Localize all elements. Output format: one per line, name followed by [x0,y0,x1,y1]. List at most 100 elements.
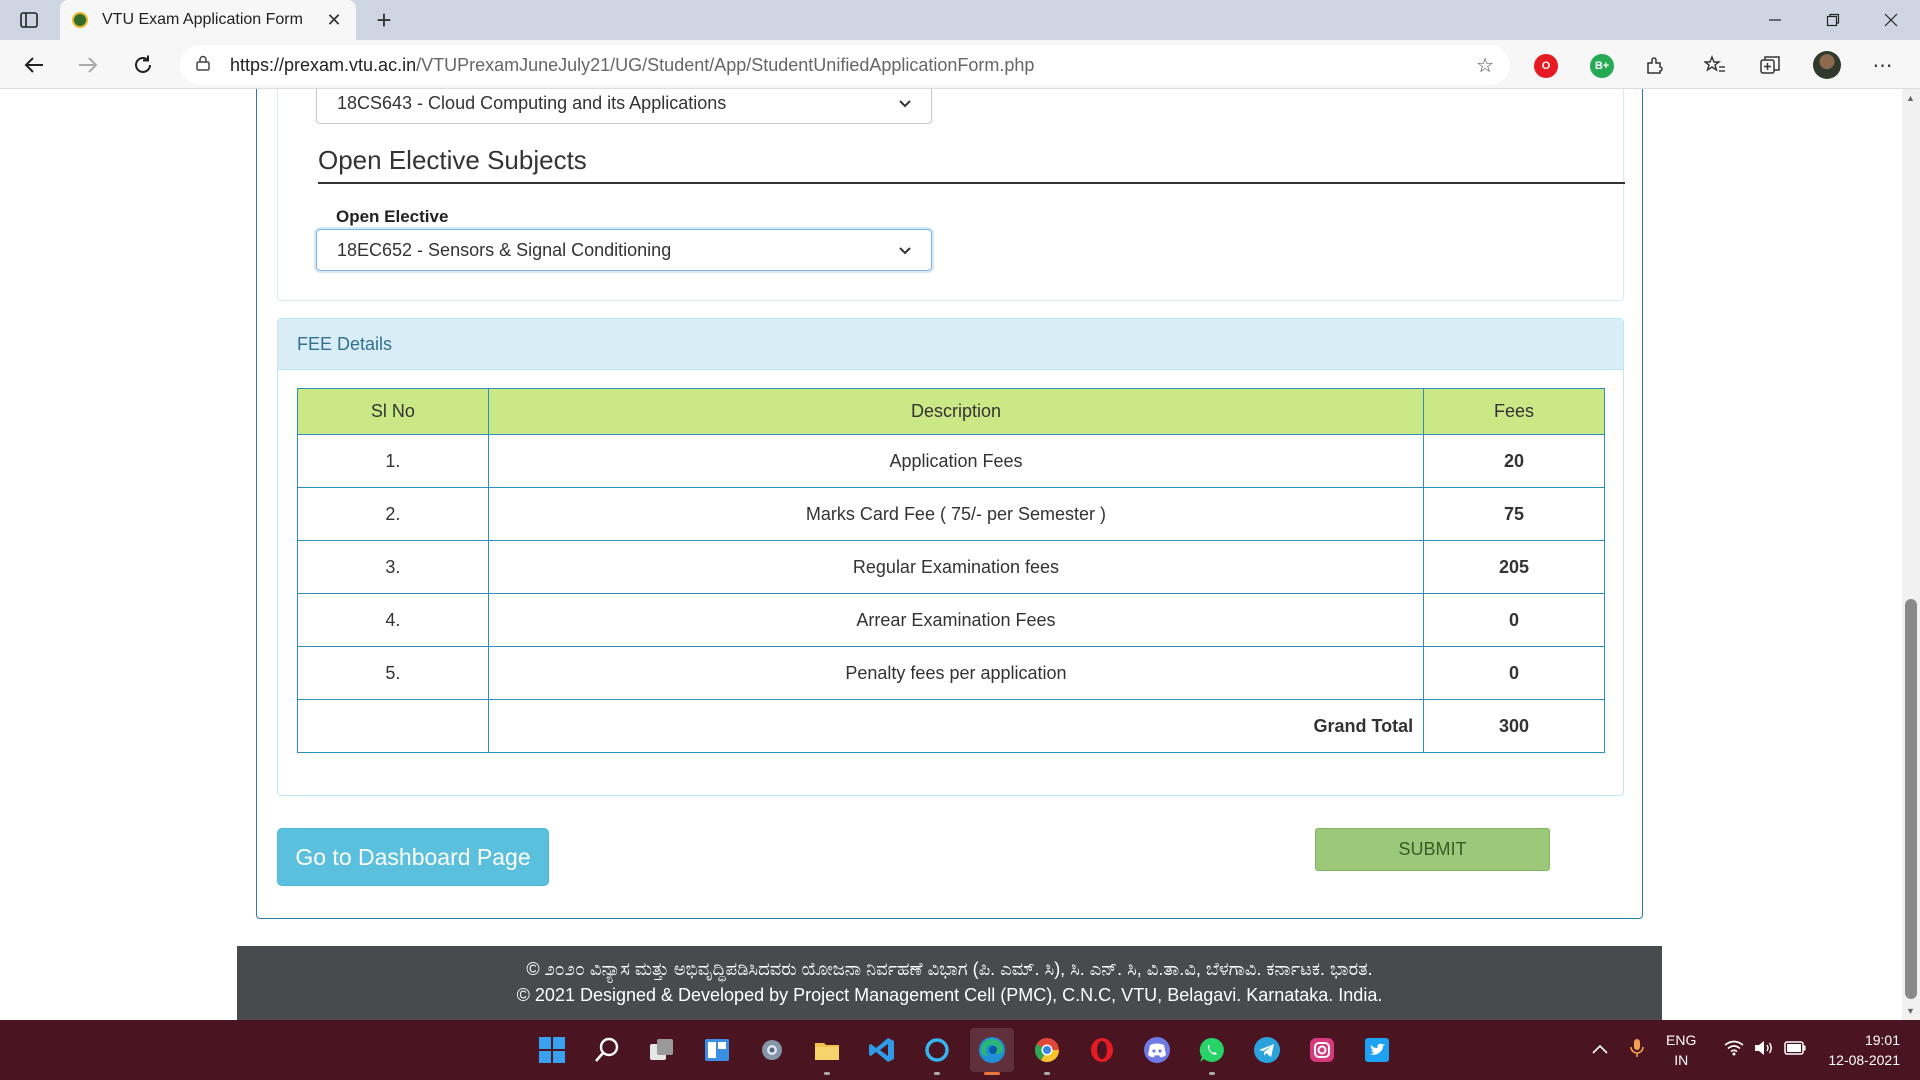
settings-button[interactable] [750,1028,794,1072]
table-row: 2. Marks Card Fee ( 75/- per Semester ) … [297,487,1605,541]
chrome-icon [1034,1038,1059,1063]
extensions-icon[interactable] [1636,46,1674,84]
add-favorite-icon[interactable]: ☆ [1476,53,1494,78]
opera-icon [1091,1038,1113,1062]
browser-titlebar: VTU Exam Application Form ✕ + [0,0,1920,40]
telegram-icon [1254,1037,1280,1063]
taskbar-clock[interactable]: 19:01 12-08-2021 [1828,1030,1900,1070]
submit-button[interactable]: SUBMIT [1315,828,1550,871]
scrollbar-thumb[interactable] [1905,599,1917,999]
row-description: Marks Card Fee ( 75/- per Semester ) [487,487,1425,541]
url-host: https://prexam.vtu.ac.in [230,54,417,75]
chevron-down-icon [899,242,911,258]
footer-kannada-line: © ೨೦೨೦ ವಿನ್ಯಾಸ ಮತ್ತು ಅಭಿವೃದ್ಧಿಪಡಿಸಿದವರು … [526,959,1373,979]
chevron-up-icon[interactable] [1592,1041,1608,1059]
instagram-icon [1310,1038,1334,1062]
taskbar: ENG IN 19:01 12-08-2021 [0,1020,1920,1080]
task-view-icon [650,1039,673,1060]
whatsapp-icon [1199,1037,1224,1062]
discord-icon [1144,1037,1170,1063]
restore-button[interactable] [1804,0,1862,40]
url-text[interactable]: https://prexam.vtu.ac.in/VTUPrexamJuneJu… [230,55,1476,76]
instagram-button[interactable] [1300,1028,1344,1072]
new-tab-button[interactable]: + [368,4,400,36]
opera-extension-icon[interactable]: O [1534,54,1558,78]
widgets-icon [705,1039,729,1061]
favorites-icon[interactable] [1696,46,1734,84]
discord-button[interactable] [1135,1028,1179,1072]
header-fees: Fees [1423,388,1605,435]
task-view-button[interactable] [640,1028,684,1072]
grand-total-label: Grand Total [487,699,1425,753]
grammarly-extension-icon[interactable]: B+ [1590,54,1614,78]
refresh-icon [135,55,151,73]
start-button[interactable] [530,1028,574,1072]
volume-icon[interactable] [1754,1040,1774,1061]
row-fee: 75 [1423,487,1605,541]
twitter-button[interactable] [1355,1028,1399,1072]
opera-button[interactable] [1080,1028,1124,1072]
clock-date: 12-08-2021 [1828,1052,1900,1068]
language-indicator[interactable]: ENG IN [1666,1030,1696,1070]
grand-total-value: 300 [1423,699,1605,753]
page-scrollbar[interactable]: ▲ ▼ [1902,89,1920,1020]
fee-table-header: Sl No Description Fees [297,388,1605,435]
microphone-icon[interactable] [1630,1038,1644,1063]
empty-cell [297,699,489,753]
back-button[interactable] [15,46,53,84]
page-footer: © ೨೦೨೦ ವಿನ್ಯಾಸ ಮತ್ತು ಅಭಿವೃದ್ಧಿಪಡಿಸಿದವರು … [237,946,1662,1020]
restore-icon [1826,13,1840,27]
window-controls [1746,0,1920,40]
dashboard-button[interactable]: Go to Dashboard Page [277,828,549,886]
forward-button[interactable] [69,46,107,84]
fee-details-panel: FEE Details Sl No Description Fees 1. Ap… [277,318,1624,796]
file-explorer-button[interactable] [805,1028,849,1075]
edge-button[interactable] [970,1028,1014,1075]
address-bar[interactable]: https://prexam.vtu.ac.in/VTUPrexamJuneJu… [180,45,1510,85]
close-icon [1884,13,1898,27]
scroll-down-icon[interactable]: ▼ [1906,1006,1915,1016]
browser-tab[interactable]: VTU Exam Application Form ✕ [60,0,356,40]
battery-icon[interactable] [1784,1040,1806,1060]
whatsapp-button[interactable] [1190,1028,1234,1075]
collections-icon[interactable] [1751,46,1789,84]
open-elective-select-value: 18EC652 - Sensors & Signal Conditioning [337,239,672,260]
close-window-button[interactable] [1862,0,1920,40]
lock-icon[interactable] [196,55,218,75]
fee-table: Sl No Description Fees 1. Application Fe… [297,388,1605,753]
tab-close-icon[interactable]: ✕ [324,10,344,31]
running-indicator [824,1072,830,1075]
row-description: Arrear Examination Fees [487,593,1425,647]
wifi-icon[interactable] [1724,1040,1744,1061]
twitter-icon [1365,1038,1389,1062]
elective-select-value: 18CS643 - Cloud Computing and its Applic… [337,92,727,113]
profile-avatar[interactable] [1808,46,1846,84]
open-elective-select[interactable]: 18EC652 - Sensors & Signal Conditioning [316,229,932,271]
minimize-button[interactable] [1746,0,1804,40]
chrome-button[interactable] [1025,1028,1069,1075]
table-row: 1. Application Fees 20 [297,434,1605,488]
cortana-button[interactable] [915,1028,959,1075]
search-button[interactable] [585,1028,629,1072]
vscode-button[interactable] [860,1028,904,1072]
file-explorer-icon [815,1043,839,1060]
cortana-icon [925,1038,949,1062]
row-sl: 1. [297,434,489,488]
elective-select[interactable]: 18CS643 - Cloud Computing and its Applic… [316,89,932,124]
row-fee: 0 [1423,593,1605,647]
open-elective-label: Open Elective [336,207,449,226]
taskbar-apps [530,1028,1399,1075]
telegram-button[interactable] [1245,1028,1289,1072]
form-container: 18CS643 - Cloud Computing and its Applic… [256,89,1643,919]
row-description: Penalty fees per application [487,646,1425,700]
open-elective-heading: Open Elective Subjects [318,145,587,175]
widgets-button[interactable] [695,1028,739,1072]
scroll-up-icon[interactable]: ▲ [1906,93,1915,103]
tab-actions-button[interactable] [14,8,44,32]
vscode-icon [869,1038,894,1062]
row-fee: 205 [1423,540,1605,594]
refresh-button[interactable] [124,46,162,84]
more-menu-icon[interactable]: ⋯ [1864,46,1902,84]
table-row: 5. Penalty fees per application 0 [297,646,1605,700]
footer-english-line: © 2021 Designed & Developed by Project M… [516,985,1383,1005]
